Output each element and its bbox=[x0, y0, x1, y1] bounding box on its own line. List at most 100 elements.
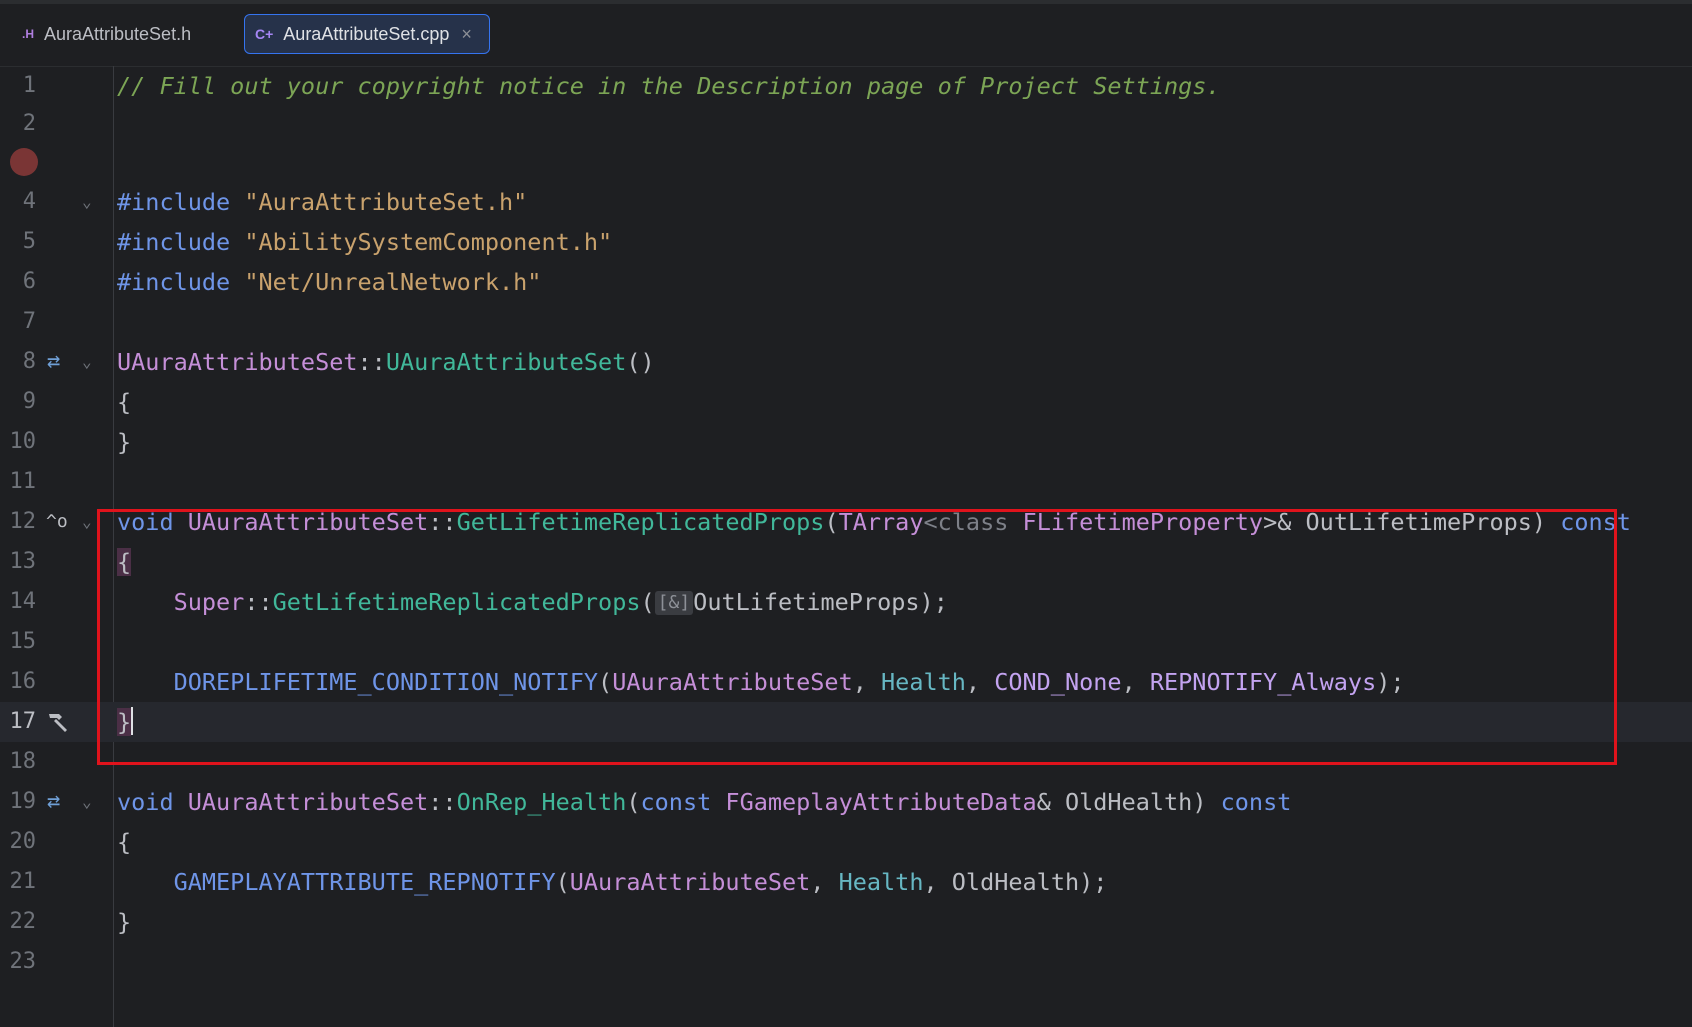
line-content[interactable]: // Fill out your copyright notice in the… bbox=[117, 66, 1221, 106]
line-content[interactable]: #include "Net/UnrealNetwork.h" bbox=[117, 262, 541, 302]
line-number: 11 bbox=[9, 469, 37, 494]
line-number: 20 bbox=[9, 829, 37, 854]
line-number: 9 bbox=[22, 389, 36, 414]
code-line-19[interactable]: 19 ⇄ ⌄ void UAuraAttributeSet::OnRep_Hea… bbox=[0, 782, 1692, 822]
line-content[interactable]: #include "AbilitySystemComponent.h" bbox=[117, 222, 612, 262]
line-number: 22 bbox=[9, 909, 37, 934]
close-icon[interactable]: × bbox=[461, 24, 472, 45]
code-line-10[interactable]: 10 } bbox=[0, 422, 1692, 462]
code-line-2[interactable]: 2 bbox=[0, 104, 1692, 144]
code-line-3[interactable] bbox=[0, 142, 1692, 182]
line-content[interactable]: } bbox=[117, 902, 131, 942]
code-line-6[interactable]: 6 #include "Net/UnrealNetwork.h" bbox=[0, 262, 1692, 302]
keyword: void bbox=[117, 788, 174, 816]
fold-chevron-icon[interactable]: ⌄ bbox=[82, 502, 92, 542]
tab-label: AuraAttributeSet.cpp bbox=[283, 23, 450, 44]
line-number: 2 bbox=[22, 111, 36, 136]
line-number: 14 bbox=[9, 589, 37, 614]
header-file-icon: .H bbox=[22, 27, 34, 41]
fold-chevron-icon[interactable]: ⌄ bbox=[82, 182, 92, 222]
include-directive: #include bbox=[117, 188, 231, 216]
implements-icon[interactable]: ⇄ bbox=[47, 342, 60, 382]
include-path: "AuraAttributeSet.h" bbox=[244, 188, 528, 216]
macro-name: GAMEPLAYATTRIBUTE_REPNOTIFY bbox=[173, 868, 556, 896]
type-name: FLifetimeProperty bbox=[1022, 508, 1264, 536]
code-line-18[interactable]: 18 bbox=[0, 742, 1692, 782]
line-number: 16 bbox=[9, 669, 37, 694]
code-line-8[interactable]: 8 ⇄ ⌄ UAuraAttributeSet::UAuraAttributeS… bbox=[0, 342, 1692, 382]
code-line-20[interactable]: 20 { bbox=[0, 822, 1692, 862]
code-line-21[interactable]: 21 GAMEPLAYATTRIBUTE_REPNOTIFY(UAuraAttr… bbox=[0, 862, 1692, 902]
function-name: GetLifetimeReplicatedProps bbox=[456, 508, 825, 536]
line-number: 10 bbox=[9, 429, 37, 454]
code-line-4[interactable]: 4 ⌄ #include "AuraAttributeSet.h" bbox=[0, 182, 1692, 222]
line-content[interactable]: void UAuraAttributeSet::GetLifetimeRepli… bbox=[117, 502, 1631, 542]
code-line-22[interactable]: 22 } bbox=[0, 902, 1692, 942]
code-line-17[interactable]: 17 } bbox=[0, 702, 1692, 742]
code-line-16[interactable]: 16 DOREPLIFETIME_CONDITION_NOTIFY(UAuraA… bbox=[0, 662, 1692, 702]
keyword: const bbox=[640, 788, 712, 816]
line-content[interactable]: { bbox=[117, 542, 132, 582]
line-content[interactable]: { bbox=[117, 382, 131, 422]
line-number: 15 bbox=[9, 629, 37, 654]
param-name: OldHealth bbox=[1064, 788, 1193, 816]
breakpoint-icon[interactable] bbox=[10, 148, 38, 176]
code-line-7[interactable]: 7 bbox=[0, 302, 1692, 342]
override-icon[interactable]: ^o bbox=[46, 502, 68, 542]
class-name: UAuraAttributeSet bbox=[187, 508, 429, 536]
tab-aura-attribute-set-h[interactable]: .H AuraAttributeSet.h bbox=[12, 14, 222, 54]
code-line-23[interactable]: 23 bbox=[0, 942, 1692, 982]
enum-value: REPNOTIFY_Always bbox=[1149, 668, 1377, 696]
type-name: TArray bbox=[838, 508, 924, 536]
super-keyword: Super bbox=[173, 588, 245, 616]
line-number: 21 bbox=[9, 869, 37, 894]
line-number: 12 bbox=[9, 509, 37, 534]
line-number: 8 bbox=[22, 349, 36, 374]
include-directive: #include bbox=[117, 268, 231, 296]
function-name: OnRep_Health bbox=[456, 788, 627, 816]
enum-value: COND_None bbox=[994, 668, 1122, 696]
param-name: OutLifetimeProps bbox=[693, 588, 920, 616]
line-number: 1 bbox=[22, 73, 36, 98]
class-name: UAuraAttributeSet bbox=[117, 348, 358, 376]
line-number: 5 bbox=[22, 229, 36, 254]
include-path: "AbilitySystemComponent.h" bbox=[244, 228, 613, 256]
line-content[interactable]: Super::GetLifetimeReplicatedProps([&] Out… bbox=[117, 582, 948, 622]
code-line-15[interactable]: 15 bbox=[0, 622, 1692, 662]
line-number: 23 bbox=[9, 949, 37, 974]
line-content[interactable]: UAuraAttributeSet::UAuraAttributeSet() bbox=[117, 342, 655, 382]
fold-chevron-icon[interactable]: ⌄ bbox=[82, 782, 92, 822]
keyword: const bbox=[1220, 788, 1292, 816]
editor-tab-bar: .H AuraAttributeSet.h C+ AuraAttributeSe… bbox=[0, 0, 1692, 67]
implements-icon[interactable]: ⇄ bbox=[47, 782, 60, 822]
code-line-9[interactable]: 9 { bbox=[0, 382, 1692, 422]
code-line-1[interactable]: 1 // Fill out your copyright notice in t… bbox=[0, 66, 1692, 106]
param-name: OldHealth bbox=[951, 868, 1080, 896]
fold-chevron-icon[interactable]: ⌄ bbox=[82, 342, 92, 382]
line-content[interactable]: } bbox=[117, 702, 134, 742]
text-caret bbox=[131, 707, 134, 735]
line-content[interactable]: DOREPLIFETIME_CONDITION_NOTIFY(UAuraAttr… bbox=[117, 662, 1405, 702]
hammer-icon[interactable] bbox=[45, 709, 71, 735]
code-line-12[interactable]: 12 ^o ⌄ void UAuraAttributeSet::GetLifet… bbox=[0, 502, 1692, 542]
function-name: GetLifetimeReplicatedProps bbox=[272, 588, 641, 616]
line-content[interactable]: void UAuraAttributeSet::OnRep_Health(con… bbox=[117, 782, 1291, 822]
tab-label: AuraAttributeSet.h bbox=[44, 23, 192, 44]
tab-aura-attribute-set-cpp[interactable]: C+ AuraAttributeSet.cpp × bbox=[244, 14, 490, 54]
code-line-14[interactable]: 14 Super::GetLifetimeReplicatedProps([&]… bbox=[0, 582, 1692, 622]
line-content[interactable]: #include "AuraAttributeSet.h" bbox=[117, 182, 527, 222]
include-path: "Net/UnrealNetwork.h" bbox=[244, 268, 542, 296]
include-directive: #include bbox=[117, 228, 231, 256]
line-content[interactable]: { bbox=[117, 822, 131, 862]
line-content[interactable]: } bbox=[117, 422, 131, 462]
line-content[interactable]: GAMEPLAYATTRIBUTE_REPNOTIFY(UAuraAttribu… bbox=[117, 862, 1108, 902]
code-line-11[interactable]: 11 bbox=[0, 462, 1692, 502]
param-name: OutLifetimeProps bbox=[1305, 508, 1532, 536]
macro-name: DOREPLIFETIME_CONDITION_NOTIFY bbox=[173, 668, 599, 696]
code-editor[interactable]: 1 // Fill out your copyright notice in t… bbox=[0, 66, 1692, 1027]
code-line-5[interactable]: 5 #include "AbilitySystemComponent.h" bbox=[0, 222, 1692, 262]
code-line-13[interactable]: 13 { bbox=[0, 542, 1692, 582]
line-number: 6 bbox=[22, 269, 36, 294]
constructor-name: UAuraAttributeSet bbox=[385, 348, 627, 376]
type-name: FGameplayAttributeData bbox=[725, 788, 1037, 816]
